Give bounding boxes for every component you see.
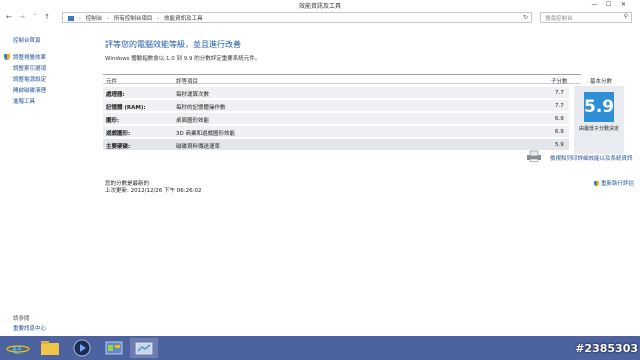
score-status: 您的分數是最新的 上次更新: 2012/12/26 下午 06:26:02 bbox=[105, 181, 202, 195]
printer-icon bbox=[527, 150, 541, 162]
taskbar-ie-button[interactable]: e bbox=[4, 338, 32, 358]
title-bar: 效能資訊及工具 — ☐ ✕ bbox=[0, 0, 640, 10]
control-panel-home-link[interactable]: 控制台首頁 bbox=[13, 36, 41, 44]
window-title: 效能資訊及工具 bbox=[298, 3, 341, 10]
breadcrumb-performance[interactable]: 效能資訊及工具 bbox=[164, 16, 203, 22]
taskbar-media-player-button[interactable] bbox=[68, 338, 96, 358]
view-print-details-link[interactable]: 檢視和列印詳細效能以及系統資訊 bbox=[550, 154, 633, 162]
subscore: 7.7 bbox=[555, 103, 564, 109]
base-score-caption: 由最低子分數決定 bbox=[578, 126, 619, 132]
close-button[interactable]: ✕ bbox=[617, 0, 630, 9]
sidebar-item-advanced-tools[interactable]: 進階工具 bbox=[13, 97, 35, 105]
control-panel-icon bbox=[105, 341, 123, 355]
table-row: 圖形: 桌面圖形效能 6.9 bbox=[103, 113, 569, 125]
shield-icon bbox=[4, 54, 10, 60]
search-box[interactable]: 搜尋控制台 ⚲ bbox=[540, 12, 632, 23]
media-player-icon bbox=[73, 339, 91, 357]
address-bar[interactable]: › 控制台 › 所有控制台項目 › 效能資訊及工具 ↻ bbox=[62, 12, 532, 23]
component-name: 遊戲圖形: bbox=[106, 131, 131, 137]
breadcrumb-control-panel[interactable]: 控制台 bbox=[86, 16, 103, 22]
address-row: ← → ˅ ↑ › 控制台 › 所有控制台項目 › 效能資訊及工具 ↻ 搜尋控制… bbox=[0, 10, 640, 24]
base-score-panel: 5.9 由最低子分數決定 bbox=[574, 86, 624, 154]
sidebar-item-disk-cleanup[interactable]: 開啟磁碟清理 bbox=[13, 86, 46, 94]
subscore: 5.9 bbox=[555, 142, 564, 148]
base-score-tile: 5.9 bbox=[584, 92, 614, 122]
table-row: 處理器: 每秒運算次數 7.7 bbox=[103, 87, 569, 99]
page-title: 評等您的電腦效能等級，並且進行改善 bbox=[105, 40, 241, 49]
rated-item: 每秒運算次數 bbox=[176, 92, 210, 98]
subscore: 7.7 bbox=[555, 90, 564, 96]
search-input[interactable]: 搜尋控制台 bbox=[545, 14, 573, 22]
component-name: 記憶體 (RAM): bbox=[106, 105, 146, 111]
performance-icon bbox=[135, 342, 153, 355]
rated-item: 桌面圖形效能 bbox=[176, 118, 210, 124]
rated-item: 3D 商業和遊戲圖形效能 bbox=[176, 131, 235, 137]
rerun-assessment-label: 重新執行評估 bbox=[601, 181, 635, 187]
table-row: 遊戲圖形: 3D 商業和遊戲圖形效能 6.9 bbox=[103, 126, 569, 138]
taskbar: e bbox=[0, 336, 640, 360]
recent-locations-button[interactable]: ˅ bbox=[30, 12, 40, 22]
taskbar-control-panel-button[interactable] bbox=[100, 338, 128, 358]
control-panel-icon bbox=[68, 16, 74, 21]
subscore: 6.9 bbox=[555, 129, 564, 135]
svg-text:e: e bbox=[12, 339, 22, 358]
see-also-heading: 請參閱 bbox=[13, 316, 30, 322]
rated-item: 每秒的記憶體操作數 bbox=[176, 105, 226, 111]
maximize-button[interactable]: ☐ bbox=[602, 0, 615, 9]
column-header-component: 元件 bbox=[106, 79, 118, 85]
component-name: 處理器: bbox=[106, 92, 125, 98]
table-header: 元件 評等項目 子分數 基本分數 bbox=[103, 74, 612, 85]
minimize-button[interactable]: — bbox=[588, 0, 601, 9]
watermark-text: #2385303 bbox=[575, 342, 638, 355]
rated-item: 磁碟資料傳送速率 bbox=[176, 144, 221, 150]
internet-explorer-icon: e bbox=[6, 339, 30, 358]
taskbar-performance-button[interactable] bbox=[130, 338, 158, 358]
refresh-icon[interactable]: ↻ bbox=[523, 14, 528, 21]
up-button[interactable]: ↑ bbox=[42, 12, 52, 22]
page-description: Windows 體驗指數會以 1.0 到 9.9 的分數評定重要系統元件。 bbox=[105, 56, 261, 62]
last-update-text: 上次更新: 2012/12/26 下午 06:26:02 bbox=[105, 188, 202, 194]
forward-button[interactable]: → bbox=[17, 12, 27, 22]
score-table: 元件 評等項目 子分數 基本分數 處理器: 每秒運算次數 7.7 記憶體 (RA… bbox=[103, 74, 612, 151]
sidebar-item-action-center[interactable]: 重要訊息中心 bbox=[13, 324, 46, 332]
main-content: 評等您的電腦效能等級，並且進行改善 Windows 體驗指數會以 1.0 到 9… bbox=[100, 26, 640, 336]
breadcrumb: › 控制台 › 所有控制台項目 › 效能資訊及工具 bbox=[68, 14, 206, 22]
column-header-subscore: 子分數 bbox=[551, 79, 568, 85]
left-pane: 控制台首頁 調整視覺效果 調整索引選項 調整電源設定 開啟磁碟清理 進階工具 請… bbox=[0, 26, 92, 336]
subscore: 6.9 bbox=[555, 116, 564, 122]
shield-icon bbox=[594, 181, 599, 186]
table-row: 主要硬碟: 磁碟資料傳送速率 5.9 bbox=[103, 139, 569, 151]
sidebar-item-indexing[interactable]: 調整索引選項 bbox=[13, 64, 46, 72]
folder-icon bbox=[41, 341, 59, 355]
column-header-basescore: 基本分數 bbox=[590, 79, 613, 85]
current-status-text: 您的分數是最新的 bbox=[105, 181, 150, 187]
component-name: 圖形: bbox=[106, 118, 120, 124]
sidebar-item-power[interactable]: 調整電源設定 bbox=[13, 75, 46, 83]
component-name: 主要硬碟: bbox=[106, 144, 131, 150]
back-button[interactable]: ← bbox=[4, 12, 14, 22]
breadcrumb-all-items[interactable]: 所有控制台項目 bbox=[114, 16, 153, 22]
taskbar-explorer-button[interactable] bbox=[36, 338, 64, 358]
search-icon: ⚲ bbox=[623, 13, 628, 20]
column-header-rated: 評等項目 bbox=[176, 79, 199, 85]
table-row: 記憶體 (RAM): 每秒的記憶體操作數 7.7 bbox=[103, 100, 569, 112]
sidebar-item-label: 調整視覺效果 bbox=[13, 55, 47, 61]
rerun-assessment-link[interactable]: 重新執行評估 bbox=[594, 179, 634, 187]
sidebar-item-visual-effects[interactable]: 調整視覺效果 bbox=[4, 53, 47, 61]
